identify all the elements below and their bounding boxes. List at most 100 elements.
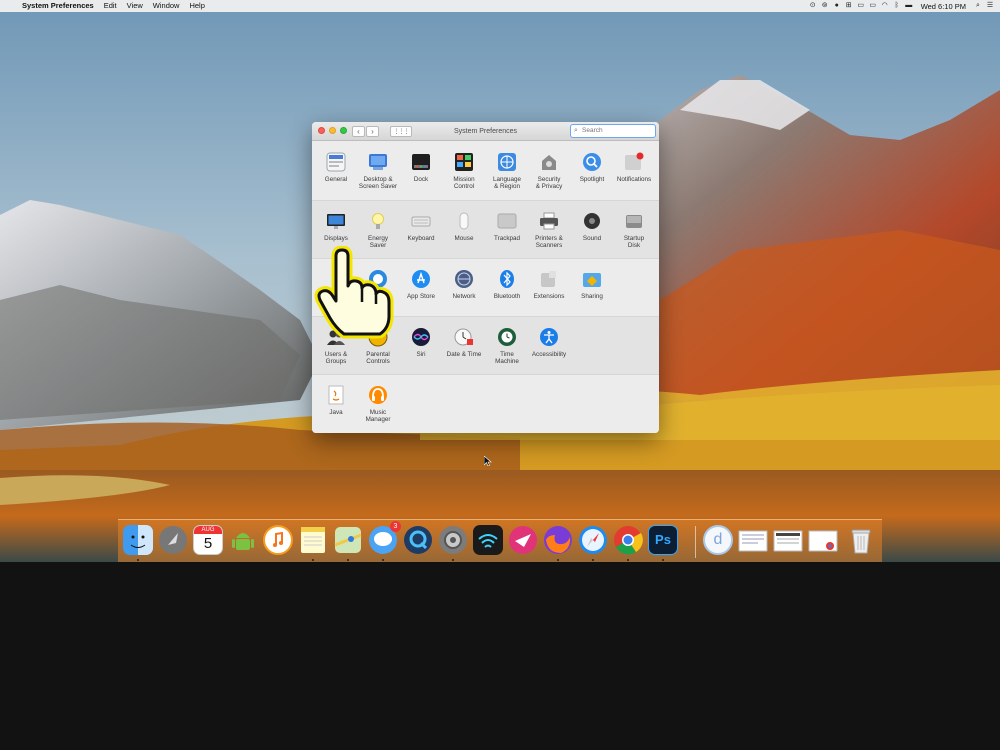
pane-label: Accessibility bbox=[531, 351, 567, 358]
pane-language-region[interactable]: Language & Region bbox=[486, 152, 528, 198]
calendar-icon[interactable]: AUG 5 bbox=[193, 525, 223, 555]
java-icon bbox=[328, 385, 344, 405]
maps-icon[interactable] bbox=[333, 525, 363, 555]
chrome-icon[interactable] bbox=[613, 525, 643, 555]
notification-center-icon[interactable]: ☰ bbox=[984, 0, 996, 12]
status-area: ⊙ ⊚ ● ⊞ ▭ ▭ ◠ ᛒ ▬ Wed 6:10 PM ⌕ ☰ bbox=[807, 0, 996, 12]
pane-spotlight[interactable]: Spotlight bbox=[571, 152, 613, 198]
pane-music-manager[interactable]: Music Manager bbox=[357, 385, 399, 431]
show-all-button[interactable]: ⋮⋮⋮ bbox=[390, 126, 412, 137]
finder-icon[interactable] bbox=[123, 525, 153, 555]
wifi-icon[interactable]: ◠ bbox=[879, 0, 891, 12]
pane-sharing[interactable]: Sharing bbox=[571, 269, 613, 315]
pane-extensions[interactable]: Extensions bbox=[528, 269, 570, 315]
forward-button[interactable]: › bbox=[366, 126, 379, 137]
pane-label: Bluetooth bbox=[493, 293, 521, 300]
chrome-document-icon[interactable] bbox=[808, 525, 838, 555]
mouse-pointer-icon bbox=[484, 456, 492, 466]
airplay-icon[interactable]: ▭ bbox=[867, 0, 879, 12]
quicktime-icon[interactable] bbox=[403, 525, 433, 555]
spotlight-search-icon[interactable]: ⌕ bbox=[972, 0, 984, 12]
android-icon[interactable] bbox=[228, 525, 258, 555]
pane-label: Trackpad bbox=[493, 235, 520, 242]
wireless-app-icon[interactable] bbox=[473, 525, 503, 555]
menu-window[interactable]: Window bbox=[148, 0, 185, 12]
search-field[interactable]: ⌕ bbox=[570, 124, 656, 138]
system-preferences-icon[interactable] bbox=[438, 525, 468, 555]
itunes-icon[interactable] bbox=[263, 525, 293, 555]
running-indicator bbox=[382, 559, 384, 561]
menu-edit[interactable]: Edit bbox=[99, 0, 122, 12]
pane-row-other: Java Music Manager bbox=[312, 374, 659, 433]
notes-icon[interactable] bbox=[298, 525, 328, 555]
bluetooth-icon bbox=[500, 270, 514, 288]
pane-label: Time Machine bbox=[495, 351, 519, 366]
pane-notifications[interactable]: Notifications bbox=[613, 152, 655, 198]
spotlight-icon bbox=[583, 153, 601, 171]
screenshot-stack-icon[interactable] bbox=[773, 525, 803, 555]
photoshop-icon[interactable]: Ps bbox=[648, 525, 678, 555]
spaces-icon[interactable]: ⊞ bbox=[843, 0, 855, 12]
pane-app-store[interactable]: App Store bbox=[400, 269, 442, 315]
pane-bluetooth[interactable]: Bluetooth bbox=[486, 269, 528, 315]
pane-network[interactable]: Network bbox=[443, 269, 485, 315]
running-indicator bbox=[312, 559, 314, 561]
search-input[interactable] bbox=[582, 125, 652, 136]
pane-printers-scanners[interactable]: Printers & Scanners bbox=[528, 211, 570, 257]
app-store-icon bbox=[412, 270, 430, 288]
energy-saver-icon bbox=[372, 213, 384, 229]
pane-mouse[interactable]: Mouse bbox=[443, 211, 485, 257]
notifications-icon bbox=[625, 152, 644, 170]
pane-label: Keyboard bbox=[407, 235, 435, 242]
pane-java[interactable]: Java bbox=[315, 385, 357, 431]
evernote-icon[interactable]: ● bbox=[831, 0, 843, 12]
pane-label: Music Manager bbox=[365, 409, 391, 424]
pane-desktop-screen-saver[interactable]: Desktop & Screen Saver bbox=[357, 152, 399, 198]
safari-icon[interactable] bbox=[578, 525, 608, 555]
pane-trackpad[interactable]: Trackpad bbox=[486, 211, 528, 257]
pane-sound[interactable]: Sound bbox=[571, 211, 613, 257]
document-stack-icon[interactable] bbox=[738, 525, 768, 555]
running-indicator bbox=[662, 559, 664, 561]
pane-startup-disk[interactable]: Startup Disk bbox=[613, 211, 655, 257]
pane-label: Siri bbox=[416, 351, 426, 358]
menu-app-name[interactable]: System Preferences bbox=[17, 0, 99, 12]
running-indicator bbox=[347, 559, 349, 561]
pane-siri[interactable]: Siri bbox=[400, 327, 442, 373]
pointing-hand-icon bbox=[314, 246, 394, 339]
date-time-icon bbox=[454, 328, 473, 346]
running-indicator bbox=[137, 559, 139, 561]
sync-icon[interactable]: ⊚ bbox=[819, 0, 831, 12]
battery-icon[interactable]: ▬ bbox=[903, 0, 915, 12]
pane-mission-control[interactable]: Mission Control bbox=[443, 152, 485, 198]
pane-label: Mouse bbox=[454, 235, 474, 242]
messages-icon[interactable]: 3 bbox=[368, 521, 401, 555]
back-button[interactable]: ‹ bbox=[352, 126, 365, 137]
language-region-icon bbox=[498, 153, 516, 171]
firefox-icon[interactable] bbox=[543, 525, 573, 555]
bluetooth-icon[interactable]: ᛒ bbox=[891, 0, 903, 12]
general-icon bbox=[326, 152, 346, 172]
desktop-screen-saver-icon bbox=[369, 154, 387, 170]
pane-accessibility[interactable]: Accessibility bbox=[528, 327, 570, 373]
menu-view[interactable]: View bbox=[122, 0, 148, 12]
pane-label: Mission Control bbox=[453, 176, 475, 191]
pane-label: General bbox=[324, 176, 348, 183]
trash-icon[interactable] bbox=[846, 525, 876, 555]
pane-date-time[interactable]: Date & Time bbox=[443, 327, 485, 373]
menu-clock[interactable]: Wed 6:10 PM bbox=[915, 2, 972, 11]
airmail-icon[interactable] bbox=[508, 525, 538, 555]
pane-keyboard[interactable]: Keyboard bbox=[400, 211, 442, 257]
title-bar[interactable]: System Preferences ‹ › ⋮⋮⋮ ⌕ bbox=[312, 122, 659, 141]
launchpad-icon[interactable] bbox=[158, 525, 188, 555]
pane-label: App Store bbox=[406, 293, 435, 300]
menu-help[interactable]: Help bbox=[184, 0, 209, 12]
lastpass-icon[interactable]: ⊙ bbox=[807, 0, 819, 12]
pane-general[interactable]: General bbox=[315, 152, 357, 198]
dock-divider bbox=[695, 526, 696, 558]
window-icon[interactable]: ▭ bbox=[855, 0, 867, 12]
downloads-stack-icon[interactable]: d bbox=[703, 525, 733, 555]
pane-dock[interactable]: Dock bbox=[400, 152, 442, 198]
pane-time-machine[interactable]: Time Machine bbox=[486, 327, 528, 373]
pane-security-privacy[interactable]: Security & Privacy bbox=[528, 152, 570, 198]
